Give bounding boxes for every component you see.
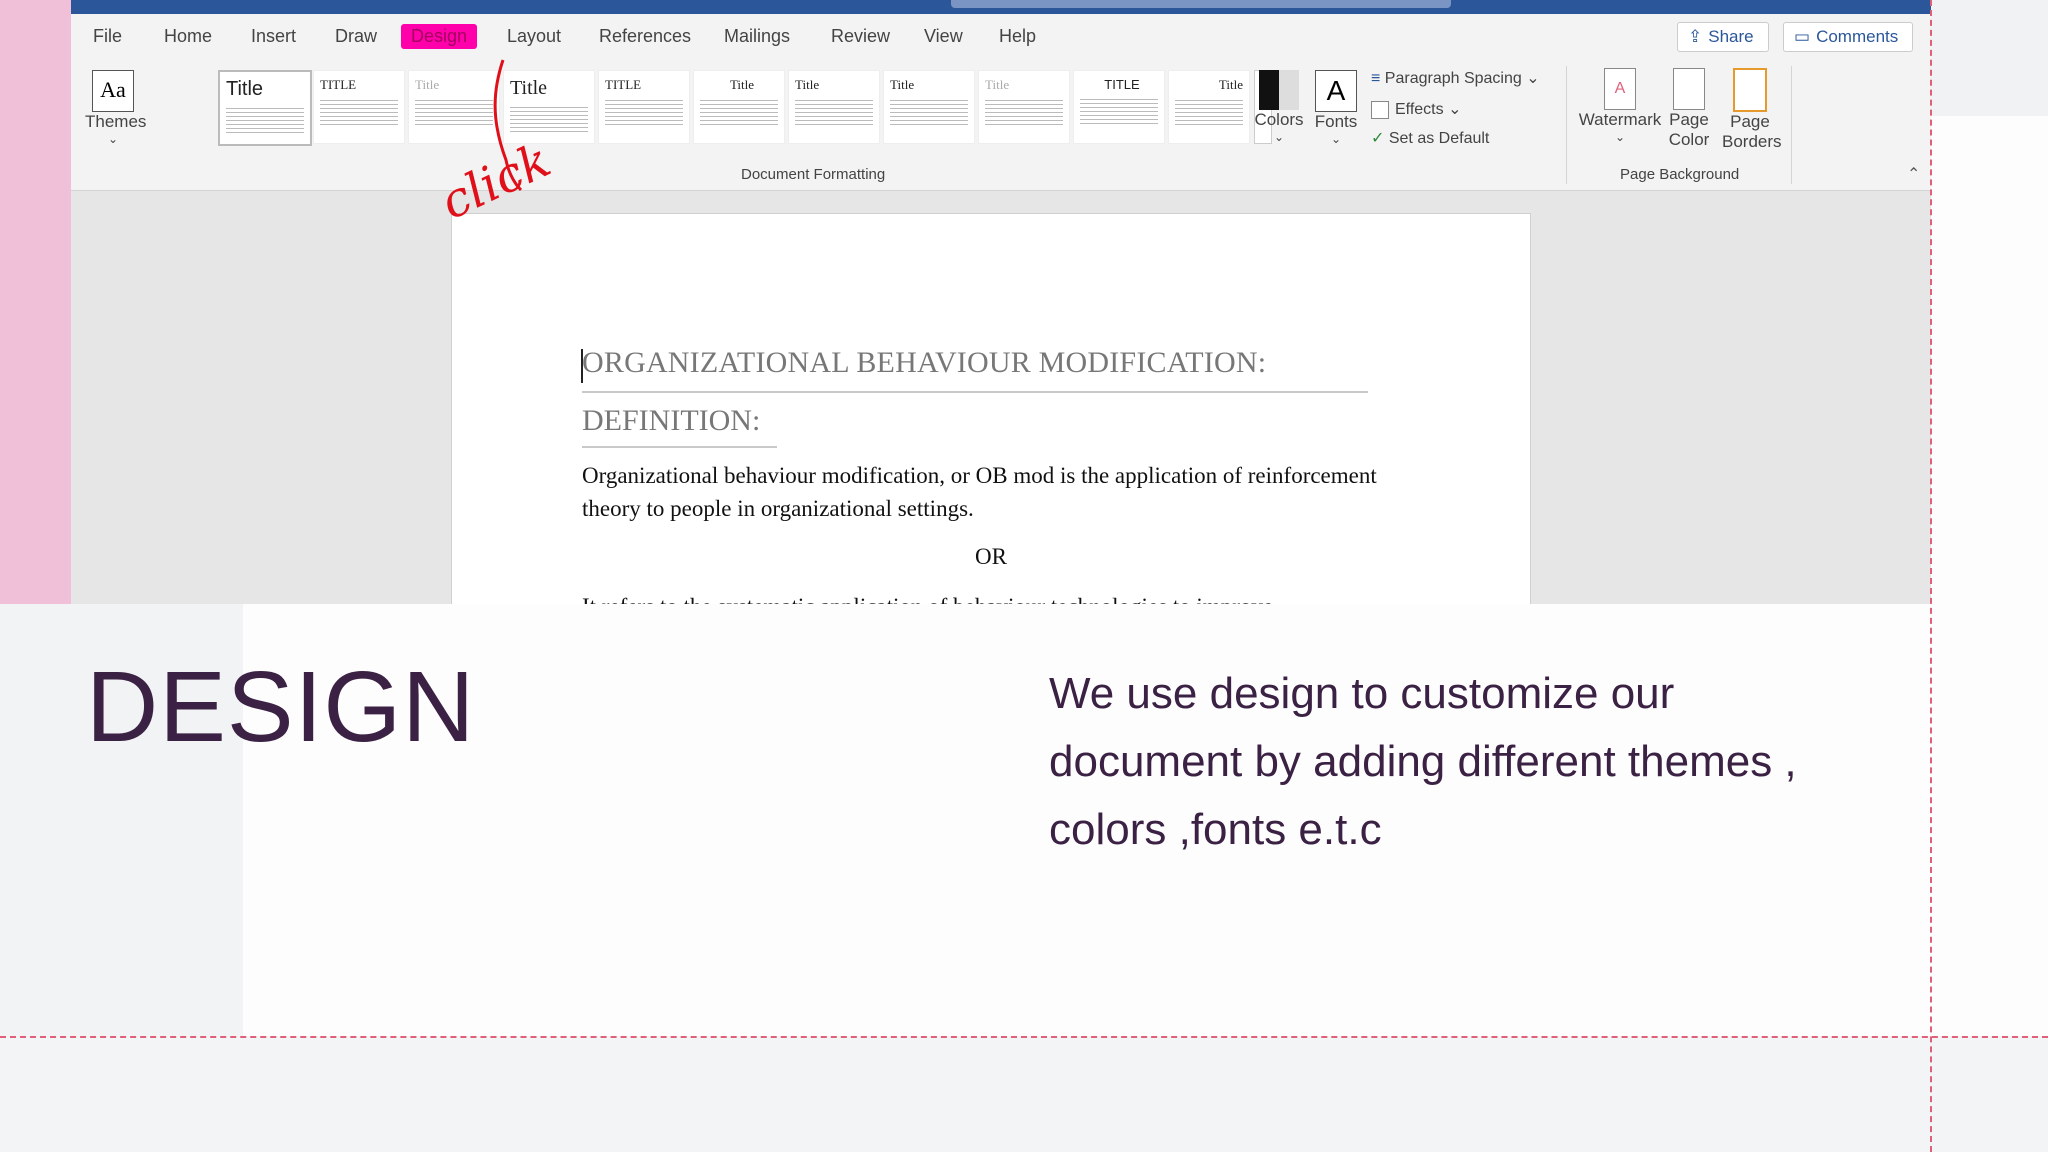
fonts-icon: A: [1315, 70, 1357, 112]
style-set-gallery: Title TITLE Title Title TITLE Title Titl…: [146, 62, 1306, 162]
style-set-item[interactable]: Title: [978, 70, 1070, 144]
style-set-item[interactable]: Title: [788, 70, 880, 144]
guide-line-horizontal: [0, 1036, 2048, 1038]
chevron-down-icon: ⌄: [107, 132, 119, 146]
themes-button[interactable]: Aa Themes ⌄: [85, 66, 147, 156]
share-label: Share: [1708, 27, 1754, 46]
slide-footer: [0, 1036, 2048, 1152]
effects-button[interactable]: Effects ⌄: [1371, 99, 1461, 119]
paragraph-spacing-button[interactable]: ≡ Paragraph Spacing ⌄: [1371, 68, 1540, 88]
document-page[interactable]: ORGANIZATIONAL BEHAVIOUR MODIFICATION: D…: [451, 213, 1531, 604]
guide-line-vertical: [1930, 0, 1932, 1152]
heading-underline: [582, 446, 777, 448]
fonts-label: Fonts: [1314, 112, 1358, 131]
ribbon-tabs: File Home Insert Draw Design Layout Refe…: [71, 14, 1931, 62]
page-borders-label: Page Borders: [1722, 112, 1782, 151]
watermark-label: Watermark: [1578, 110, 1662, 129]
page-borders-icon: [1733, 68, 1767, 112]
pink-side-strip: [0, 0, 71, 604]
watermark-button[interactable]: A Watermark ⌄: [1577, 66, 1663, 161]
fonts-button[interactable]: A Fonts ⌄: [1311, 66, 1361, 156]
slide-title: DESIGN: [86, 651, 476, 763]
title-bar: [71, 0, 1931, 14]
doc-paragraph-partial: It refers to the systematic application …: [582, 594, 1382, 604]
paragraph-spacing-icon: ≡: [1371, 70, 1381, 87]
doc-heading-2: DEFINITION:: [582, 404, 761, 437]
tab-view[interactable]: View: [924, 26, 963, 47]
search-box[interactable]: [951, 0, 1451, 8]
style-set-item[interactable]: Title: [693, 70, 785, 144]
design-ribbon: Aa Themes ⌄ Title TITLE Title Title TITL…: [71, 62, 1931, 191]
group-divider: [1566, 66, 1567, 184]
doc-paragraph: Organizational behaviour modification, o…: [582, 463, 1377, 521]
themes-label: Themes: [85, 112, 147, 131]
doc-or: OR: [975, 544, 1007, 569]
word-window-screenshot: File Home Insert Draw Design Layout Refe…: [71, 0, 1931, 604]
chevron-down-icon: ⌄: [1614, 130, 1626, 144]
tab-file[interactable]: File: [93, 26, 122, 47]
comments-button[interactable]: ▭ Comments: [1783, 22, 1913, 52]
set-as-default-button[interactable]: ✓ Set as Default: [1371, 128, 1489, 148]
tab-insert[interactable]: Insert: [251, 26, 296, 47]
watermark-icon: A: [1604, 68, 1636, 110]
right-panel-top: [1931, 0, 2048, 116]
document-formatting-group-label: Document Formatting: [741, 166, 886, 183]
click-annotation: click: [432, 59, 559, 231]
comments-label: Comments: [1816, 27, 1899, 46]
tab-review[interactable]: Review: [831, 26, 890, 47]
tab-home[interactable]: Home: [164, 26, 212, 47]
style-set-item[interactable]: Title: [218, 70, 312, 146]
page-color-icon: [1673, 68, 1705, 110]
heading-underline: [582, 391, 1368, 393]
style-set-item[interactable]: Title: [1168, 70, 1250, 144]
style-set-item[interactable]: TITLE: [1073, 70, 1165, 144]
checkmark-circle-icon: ✓: [1371, 130, 1385, 147]
comment-icon: ▭: [1794, 27, 1811, 46]
group-divider: [1791, 66, 1792, 184]
chevron-down-icon: ⌄: [1273, 130, 1285, 144]
tab-help[interactable]: Help: [999, 26, 1036, 47]
effects-icon: [1371, 100, 1389, 119]
click-annotation-text: click: [432, 132, 559, 231]
collapse-ribbon-icon[interactable]: ⌃: [1907, 164, 1920, 184]
tab-draw[interactable]: Draw: [335, 26, 377, 47]
tab-mailings[interactable]: Mailings: [724, 26, 790, 47]
doc-heading-1: ORGANIZATIONAL BEHAVIOUR MODIFICATION:: [582, 346, 1267, 379]
chevron-down-icon: ⌄: [1526, 70, 1540, 87]
share-icon: ⇪: [1688, 27, 1703, 46]
chevron-down-icon: ⌄: [1330, 132, 1342, 146]
style-set-item[interactable]: TITLE: [313, 70, 405, 144]
share-button[interactable]: ⇪ Share: [1677, 22, 1769, 52]
colors-label: Colors: [1254, 110, 1304, 129]
colors-icon: [1259, 70, 1299, 110]
themes-icon: Aa: [92, 70, 134, 112]
page-background-group-label: Page Background: [1620, 166, 1740, 183]
chevron-down-icon: ⌄: [1448, 101, 1462, 118]
colors-button[interactable]: Colors ⌄: [1254, 66, 1304, 156]
page-color-label: Page Color: [1668, 110, 1710, 149]
style-set-item[interactable]: Title: [883, 70, 975, 144]
slide-body-text: We use design to customize our document …: [1049, 669, 1797, 854]
page-color-button[interactable]: Page Color: [1661, 66, 1717, 161]
right-panel: [1931, 116, 2048, 1036]
page-borders-button[interactable]: Page Borders: [1722, 66, 1782, 161]
